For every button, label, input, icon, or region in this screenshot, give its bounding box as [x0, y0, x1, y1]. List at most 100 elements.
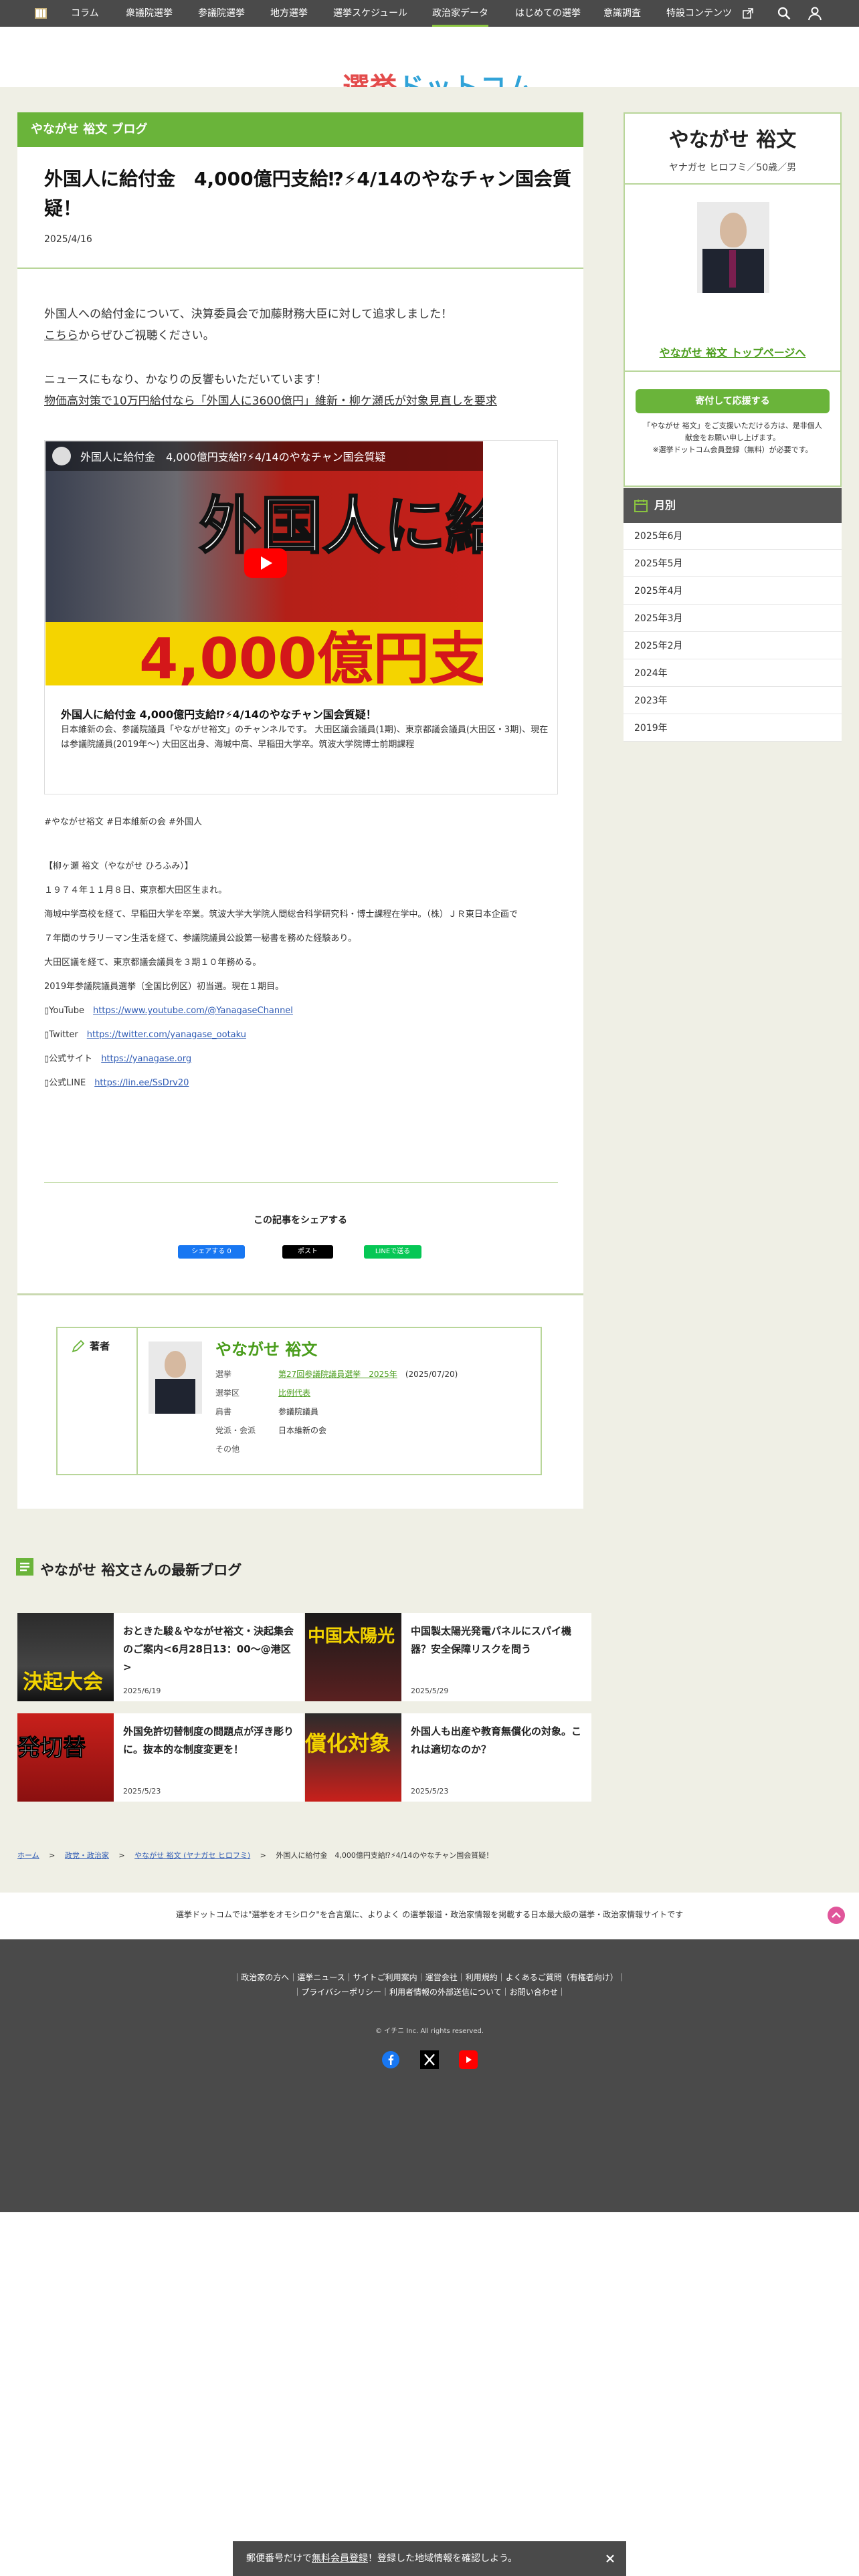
- footer: ｜政治家の方へ｜選挙ニュース｜サイトご利用案内｜運営会社｜利用規約｜よくあるご質…: [0, 1939, 859, 2212]
- profile-line4: 大田区議を経て、東京都議会議員を３期１０年務める。: [44, 958, 262, 968]
- month-2025-05[interactable]: 2025年5月: [624, 550, 842, 577]
- youtube-embed[interactable]: 外国人に給付 4,000億円支給 外国人に給付金 4,000億円支給⁉︎⚡︎4/…: [44, 440, 558, 794]
- latest-blog-thumb: 償化対象: [305, 1713, 401, 1802]
- nav-sangiin[interactable]: 参議院選挙: [198, 0, 245, 27]
- latest-blog-item[interactable]: 発切替 外国免許切替制度の問題点が浮き彫りに。抜本的な制度変更を！ 2025/5…: [17, 1713, 304, 1802]
- footer-link[interactable]: 利用規約: [466, 1973, 498, 1982]
- video-caption: 外国人に給付金 4,000億円支給⁉︎⚡︎4/14のやなチャン国会質疑！: [61, 708, 377, 721]
- latest-blog-date: 2025/5/29: [411, 1687, 449, 1695]
- top-page-link[interactable]: やながせ 裕文 トップページへ: [625, 344, 840, 360]
- latest-blog-item[interactable]: 償化対象 外国人も出産や教育無償化の対象。これは適切なのか？ 2025/5/23: [305, 1713, 591, 1802]
- footer-link[interactable]: 政治家の方へ: [241, 1973, 289, 1982]
- month-2025-02[interactable]: 2025年2月: [624, 633, 842, 659]
- divider: [625, 183, 840, 185]
- video-description: 日本維新の会、参議院議員「やながせ裕文」のチャンネルです。 大田区議会議員(1期…: [61, 725, 549, 750]
- profile-line1: １９７４年１１月８日、東京都大田区生まれ。: [44, 885, 227, 895]
- district-link[interactable]: 比例代表: [278, 1387, 310, 1398]
- close-icon[interactable]: [605, 2553, 615, 2564]
- footer-link[interactable]: サイトご利用案内: [353, 1973, 417, 1982]
- breadcrumb-politician[interactable]: やながせ 裕文 (ヤナガセ ヒロフミ): [134, 1851, 250, 1860]
- free-signup-link[interactable]: 無料会員登録: [312, 2553, 368, 2564]
- para1-tail: からぜひご視聴ください。: [78, 329, 215, 342]
- nav-local[interactable]: 地方選挙: [270, 0, 308, 27]
- toast-post: ！登録した地域情報を確認しよう。: [368, 2553, 518, 2564]
- nav-schedule[interactable]: 選挙スケジュール: [333, 0, 407, 27]
- twitter-label: Twitter: [49, 1030, 78, 1040]
- blog-article: やながせ 裕文 ブログ 外国人に給付金 4,000億円支給⁉︎⚡︎4/14のやな…: [17, 112, 583, 1509]
- breadcrumb-parties[interactable]: 政党・政治家: [65, 1851, 109, 1860]
- top-nav: コラム 衆議院選挙 参議院選挙 地方選挙 選挙スケジュール 政治家データ はじめ…: [0, 0, 859, 27]
- footer-link[interactable]: お問い合わせ: [510, 1988, 558, 1997]
- youtube-url[interactable]: https://www.youtube.com/@YanagaseChannel: [93, 1006, 293, 1016]
- breadcrumb-home[interactable]: ホーム: [17, 1851, 39, 1860]
- author-box: 著者 やながせ 裕文 選挙 第27回参議院議員選挙 2025年 (2025/07…: [56, 1327, 542, 1475]
- nav-survey[interactable]: 意識調査: [603, 0, 641, 27]
- x-icon[interactable]: [420, 2050, 439, 2069]
- footer-link[interactable]: 選挙ニュース: [297, 1973, 345, 1982]
- para2-line2: 物価高対策で10万円給付なら「外国人に3600億円」維新・柳ケ瀬氏が対象見直しを…: [44, 391, 497, 412]
- latest-blog-title-text: 外国免許切替制度の問題点が浮き彫りに。抜本的な制度変更を！: [123, 1725, 294, 1755]
- profile-line2: 海城中学高校を経て、早稲田大学を卒業。筑波大学大学院人間総合科学研究科・博士課程…: [44, 909, 518, 920]
- latest-blog-item[interactable]: 中国太陽光 中国製太陽光発電パネルにスパイ機器？安全保障リスクを問う 2025/…: [305, 1613, 591, 1701]
- nav-first-election[interactable]: はじめての選挙: [515, 0, 581, 27]
- footer-link[interactable]: よくあるご質問（有権者向け）: [506, 1973, 618, 1982]
- monthly-header: 月別: [624, 488, 842, 523]
- para2: ニュースにもなり、かなりの反響もいただいています！: [44, 373, 327, 387]
- footer-sep: ｜: [617, 1973, 626, 1982]
- news-link[interactable]: 物価高対策で10万円給付なら「外国人に3600億円」維新・柳ケ瀬氏が対象見直しを…: [44, 395, 497, 408]
- footer-link[interactable]: 運営会社: [425, 1973, 458, 1982]
- footer-sep: ｜: [557, 1988, 566, 1997]
- line-label: 公式LINE: [49, 1078, 86, 1088]
- footer-sep: ｜: [417, 1973, 425, 1982]
- sidebar-profile: やながせ 裕文 ヤナガセ ヒロフミ／50歳／男 やながせ 裕文 トップページへ …: [624, 112, 842, 487]
- year-2019[interactable]: 2019年: [624, 715, 842, 742]
- video-thumbnail[interactable]: 外国人に給付 4,000億円支給 外国人に給付金 4,000億円支給⁉︎⚡︎4/…: [45, 441, 483, 685]
- nav-shugiin[interactable]: 衆議院選挙: [126, 0, 173, 27]
- x-post-button[interactable]: ポスト: [282, 1245, 333, 1259]
- footer-link[interactable]: 利用者情報の外部送信について: [389, 1988, 502, 1997]
- facebook-share-button[interactable]: シェアする 0: [178, 1245, 245, 1259]
- youtube-play-icon[interactable]: [244, 548, 287, 578]
- site-url[interactable]: https://yanagase.org: [101, 1054, 191, 1064]
- footer-sep: ｜: [293, 1988, 302, 1997]
- footer-tagline-band: 選挙ドットコムでは"選挙をオモシロク"を合言葉に、よりよく の選挙報道・政治家情…: [0, 1893, 859, 1939]
- youtube-icon[interactable]: [459, 2050, 478, 2069]
- facebook-icon[interactable]: [381, 2050, 400, 2069]
- author-photo: [149, 1341, 202, 1414]
- latest-blog-thumb: 中国太陽光: [305, 1613, 401, 1701]
- nav-politician-data[interactable]: 政治家データ: [432, 0, 488, 27]
- back-to-top-icon[interactable]: [827, 1906, 846, 1925]
- latest-blog-title-text: 中国製太陽光発電パネルにスパイ機器？安全保障リスクを問う: [411, 1625, 572, 1655]
- user-icon[interactable]: [807, 5, 823, 21]
- thumb-text: 償化対象: [305, 1731, 391, 1756]
- line-url[interactable]: https://lin.ee/SsDrv20: [94, 1078, 189, 1088]
- divider: [17, 1293, 583, 1295]
- nav-column[interactable]: コラム: [71, 0, 99, 27]
- logo-band: 選挙ドットコム: [0, 27, 859, 103]
- twitter-url[interactable]: https://twitter.com/yanagase_ootaku: [87, 1030, 246, 1040]
- menu-grid-icon[interactable]: [33, 6, 48, 21]
- author-name[interactable]: やながせ 裕文: [215, 1336, 317, 1360]
- row-key-district: 選挙区: [215, 1388, 240, 1398]
- profile-line3: ７年間のサラリーマン生活を経て、参議院議員公設第一秘書を務めた経験あり。: [44, 934, 357, 944]
- latest-blog-item[interactable]: 決起大会 おときた駿＆やながせ裕文・決起集会のご案内<6月28日13：00〜@港…: [17, 1613, 304, 1701]
- line-share-button[interactable]: LINEで送る: [364, 1245, 421, 1259]
- donate-button[interactable]: 寄付して応援する: [636, 389, 830, 413]
- nav-special[interactable]: 特設コンテンツ: [666, 0, 732, 27]
- latest-blog-title-text: おときた駿＆やながせ裕文・決起集会のご案内<6月28日13：00〜@港区>: [123, 1625, 294, 1673]
- month-2025-06[interactable]: 2025年6月: [624, 523, 842, 550]
- donate-note-2: 献金をお願い申し上げます。: [685, 433, 780, 442]
- year-2023[interactable]: 2023年: [624, 687, 842, 714]
- month-2025-04[interactable]: 2025年4月: [624, 578, 842, 605]
- twitter-row: ▯Twitter https://twitter.com/yanagase_oo…: [44, 1029, 246, 1042]
- search-icon[interactable]: [776, 5, 792, 21]
- year-2024[interactable]: 2024年: [624, 660, 842, 687]
- election-link[interactable]: 第27回参議院議員選挙 2025年: [278, 1370, 397, 1379]
- month-2025-03[interactable]: 2025年3月: [624, 605, 842, 632]
- footer-link[interactable]: プライバシーポリシー: [301, 1988, 381, 1997]
- author-label-cell: 著者: [58, 1328, 138, 1474]
- latest-blog-thumb: 発切替: [17, 1713, 114, 1802]
- footer-sep: ｜: [457, 1973, 466, 1982]
- watch-link[interactable]: こちら: [44, 329, 78, 342]
- row-key-party: 党派・会派: [215, 1426, 256, 1435]
